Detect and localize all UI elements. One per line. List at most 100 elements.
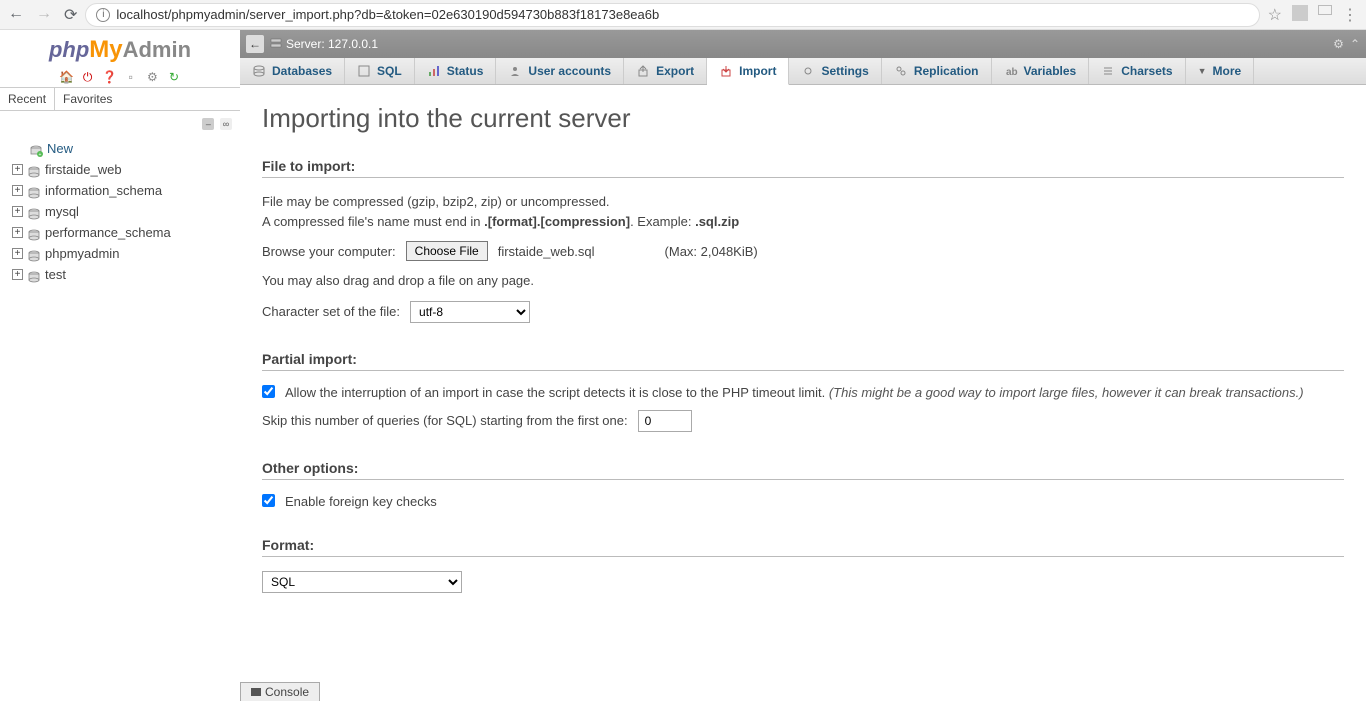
status-icon	[427, 64, 441, 78]
server-breadcrumb: ← Server: 127.0.0.1 ⚙ ⌃	[240, 30, 1366, 58]
new-database[interactable]: + New	[12, 138, 240, 159]
expand-icon[interactable]: +	[12, 164, 23, 175]
charset-select[interactable]: utf-8	[410, 301, 530, 323]
users-icon	[508, 64, 522, 78]
tree-collapse-controls: – ∞	[0, 111, 240, 134]
tab-status[interactable]: Status	[415, 58, 497, 84]
db-item-mysql[interactable]: + mysql	[12, 201, 240, 222]
dragdrop-hint: You may also drag and drop a file on any…	[262, 271, 1344, 291]
logout-icon[interactable]: ⏻	[81, 70, 95, 84]
compress-hint-2: A compressed file's name must end in .[f…	[262, 212, 1344, 232]
sql-icon	[357, 64, 371, 78]
navigation-panel: phpMyAdmin 🏠 ⏻ ❓ ▫ ⚙ ↻ Recent Favorites …	[0, 30, 240, 701]
tab-settings[interactable]: Settings	[789, 58, 881, 84]
db-item-test[interactable]: + test	[12, 264, 240, 285]
db-item-performance_schema[interactable]: + performance_schema	[12, 222, 240, 243]
docs-icon[interactable]: ❓	[102, 70, 116, 84]
export-icon	[636, 64, 650, 78]
settings-icon[interactable]: ⚙	[145, 70, 159, 84]
collapse-all-icon[interactable]: –	[202, 118, 214, 130]
database-icon	[27, 164, 41, 176]
server-label[interactable]: Server: 127.0.0.1	[286, 37, 378, 51]
home-icon[interactable]: 🏠	[59, 70, 73, 84]
main-content: Importing into the current server File t…	[240, 85, 1366, 701]
logo[interactable]: phpMyAdmin	[0, 30, 240, 66]
database-icon	[27, 206, 41, 218]
page-settings-icon[interactable]: ⚙	[1333, 37, 1344, 51]
favorites-tab[interactable]: Favorites	[55, 88, 120, 110]
tab-databases[interactable]: Databases	[240, 58, 345, 84]
charsets-icon	[1101, 64, 1115, 78]
menu-icon[interactable]: ⋮	[1342, 5, 1358, 25]
browser-toolbar: ← → ⟳ i localhost/phpmyadmin/server_impo…	[0, 0, 1366, 30]
tab-more[interactable]: ▼More	[1186, 58, 1255, 84]
sidebar-quick-icons: 🏠 ⏻ ❓ ▫ ⚙ ↻	[0, 66, 240, 87]
compress-hint-1: File may be compressed (gzip, bzip2, zip…	[262, 192, 1344, 212]
forward-icon[interactable]: →	[36, 5, 52, 25]
chevron-down-icon: ▼	[1198, 66, 1207, 76]
database-icon	[27, 227, 41, 239]
tab-variables[interactable]: abVariables	[992, 58, 1090, 84]
reload-icon[interactable]: ⟳	[64, 5, 77, 25]
chosen-file-name: firstaide_web.sql	[498, 244, 595, 259]
collapse-nav-icon[interactable]: ←	[246, 35, 264, 53]
recent-favorites-tabs: Recent Favorites	[0, 87, 240, 111]
page-collapse-icon[interactable]: ⌃	[1350, 37, 1360, 51]
choose-file-button[interactable]: Choose File	[406, 241, 488, 261]
gear-icon	[801, 64, 815, 78]
svg-text:+: +	[39, 152, 42, 157]
expand-icon[interactable]: +	[12, 269, 23, 280]
new-database-label: New	[47, 141, 73, 156]
import-icon	[719, 64, 733, 78]
format-select[interactable]: SQL	[262, 571, 462, 593]
db-label: mysql	[45, 204, 79, 219]
link-icon[interactable]: ∞	[220, 118, 232, 130]
svg-text:ab: ab	[1006, 67, 1018, 78]
tab-charsets[interactable]: Charsets	[1089, 58, 1185, 84]
db-item-information_schema[interactable]: + information_schema	[12, 180, 240, 201]
reload-nav-icon[interactable]: ↻	[167, 70, 181, 84]
tab-sql[interactable]: SQL	[345, 58, 415, 84]
replication-icon	[894, 64, 908, 78]
mail-icon[interactable]	[1318, 5, 1332, 15]
expand-icon[interactable]: +	[12, 185, 23, 196]
expand-icon[interactable]: +	[12, 227, 23, 238]
db-label: firstaide_web	[45, 162, 122, 177]
db-item-firstaide_web[interactable]: + firstaide_web	[12, 159, 240, 180]
variables-icon: ab	[1004, 64, 1018, 78]
url-bar[interactable]: i localhost/phpmyadmin/server_import.php…	[85, 3, 1259, 27]
recent-tab[interactable]: Recent	[0, 88, 55, 110]
star-icon[interactable]: ☆	[1268, 5, 1282, 25]
db-label: performance_schema	[45, 225, 171, 240]
allow-interrupt-label: Allow the interruption of an import in c…	[285, 385, 1304, 400]
top-tabs: Databases SQL Status User accounts Expor…	[240, 58, 1366, 85]
db-label: information_schema	[45, 183, 162, 198]
pdf-icon[interactable]	[1292, 5, 1308, 21]
tab-export[interactable]: Export	[624, 58, 707, 84]
section-format: Format:	[262, 537, 1344, 557]
expand-icon[interactable]: +	[12, 248, 23, 259]
tab-user-accounts[interactable]: User accounts	[496, 58, 624, 84]
db-label: phpmyadmin	[45, 246, 119, 261]
skip-queries-input[interactable]	[638, 410, 692, 432]
fk-checks-label: Enable foreign key checks	[285, 494, 437, 509]
section-other-options: Other options:	[262, 460, 1344, 480]
database-tree: + New + firstaide_web + information_sche…	[0, 134, 240, 285]
database-icon	[27, 185, 41, 197]
skip-queries-label: Skip this number of queries (for SQL) st…	[262, 413, 628, 428]
site-info-icon[interactable]: i	[96, 8, 110, 22]
console-toggle[interactable]: Console	[240, 682, 320, 701]
tab-replication[interactable]: Replication	[882, 58, 992, 84]
back-icon[interactable]: ←	[8, 5, 24, 25]
database-icon	[27, 269, 41, 281]
fk-checks-checkbox[interactable]	[262, 494, 275, 507]
max-size-label: (Max: 2,048KiB)	[665, 244, 758, 259]
expand-icon[interactable]: +	[12, 206, 23, 217]
tab-import[interactable]: Import	[707, 58, 789, 85]
db-item-phpmyadmin[interactable]: + phpmyadmin	[12, 243, 240, 264]
section-partial-import: Partial import:	[262, 351, 1344, 371]
new-db-icon: +	[29, 143, 43, 155]
page-title: Importing into the current server	[262, 103, 1344, 134]
sql-icon[interactable]: ▫	[124, 70, 138, 84]
allow-interrupt-checkbox[interactable]	[262, 385, 275, 398]
